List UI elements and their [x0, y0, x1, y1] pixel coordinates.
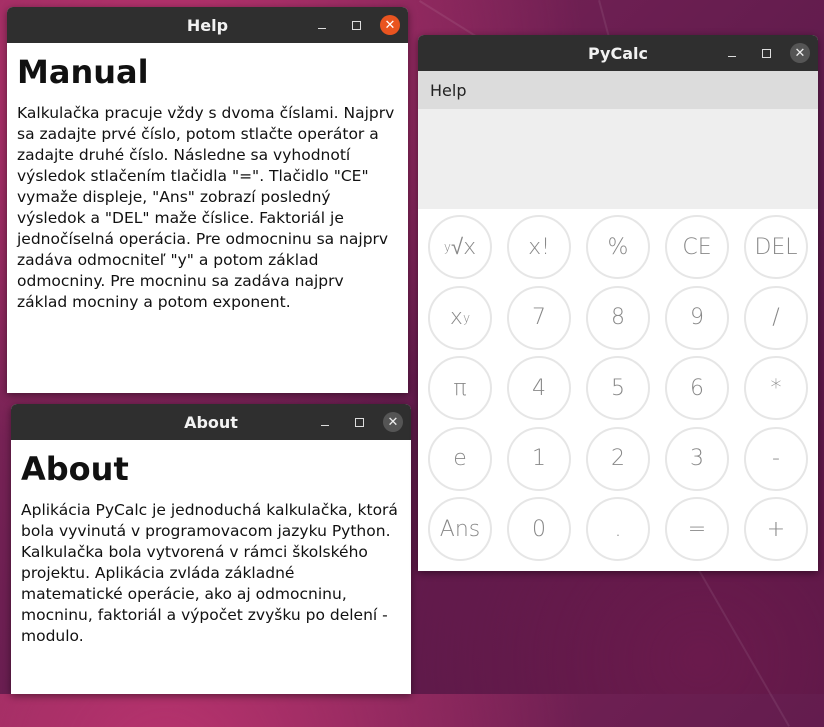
maximize-icon[interactable]	[349, 412, 369, 432]
key-label: /	[772, 305, 780, 330]
key-label: -	[772, 446, 780, 471]
help-window: Help ✕ Manual Kalkulačka pracuje vždy s …	[7, 7, 408, 393]
digit-1-key[interactable]: 1	[507, 426, 571, 491]
key-label: x	[449, 305, 463, 330]
help-text: Kalkulačka pracuje vždy s dvoma číslami.…	[17, 104, 395, 311]
key-label: 6	[690, 375, 704, 401]
about-titlebar[interactable]: About ✕	[11, 404, 411, 440]
digit-8-key[interactable]: 8	[586, 285, 650, 350]
key-label: 5	[611, 375, 625, 401]
digit-6-key[interactable]: 6	[665, 356, 729, 420]
key-label: .	[614, 516, 622, 542]
euler-key[interactable]: e	[428, 426, 492, 491]
minimize-icon[interactable]	[315, 412, 335, 432]
key-superscript: y	[462, 310, 471, 325]
digit-5-key[interactable]: 5	[586, 356, 650, 420]
key-superscript: y	[443, 240, 451, 254]
subtract-key[interactable]: -	[744, 426, 808, 491]
key-label: 4	[532, 375, 546, 401]
key-label: 2	[611, 446, 625, 471]
help-window-title: Help	[186, 15, 229, 35]
pi-key[interactable]: π	[428, 356, 492, 420]
calc-display	[418, 109, 818, 209]
key-label: DEL	[754, 234, 798, 260]
calc-titlebar[interactable]: PyCalc ✕	[418, 35, 818, 71]
minimize-icon[interactable]	[312, 15, 332, 35]
digit-0-key[interactable]: 0	[507, 497, 571, 561]
about-window: About ✕ About Aplikácia PyCalc je jednod…	[11, 404, 411, 694]
calculator-window: PyCalc ✕ Help y √x x!% CE DEL x y 7 8 9/π 4 5 6 * e 1 2 3…	[418, 35, 818, 571]
key-label: e	[453, 446, 467, 471]
digit-2-key[interactable]: 2	[586, 426, 650, 491]
calc-window-title: PyCalc	[588, 43, 648, 63]
ans-key[interactable]: Ans	[428, 497, 492, 561]
key-label: %	[607, 234, 629, 260]
modulo-key[interactable]: %	[586, 215, 650, 279]
power-key[interactable]: xy	[428, 285, 492, 350]
digit-3-key[interactable]: 3	[665, 426, 729, 491]
root-key[interactable]: y √x	[428, 215, 492, 279]
minimize-icon[interactable]	[722, 43, 742, 63]
key-label: Ans	[439, 516, 481, 542]
key-label: CE	[682, 234, 712, 260]
close-icon[interactable]: ✕	[383, 412, 403, 432]
digit-4-key[interactable]: 4	[507, 356, 571, 420]
key-label: 3	[690, 446, 704, 471]
wallpaper-line	[698, 570, 790, 727]
decimal-key[interactable]: .	[586, 497, 650, 561]
key-label: +	[766, 516, 786, 542]
multiply-key[interactable]: *	[744, 356, 808, 420]
clear-key[interactable]: CE	[665, 215, 729, 279]
key-label: √x	[451, 235, 477, 260]
key-label: *	[770, 375, 782, 401]
menu-help[interactable]: Help	[430, 81, 466, 100]
key-label: 1	[532, 446, 546, 471]
digit-7-key[interactable]: 7	[507, 285, 571, 350]
digit-9-key[interactable]: 9	[665, 285, 729, 350]
key-label: 9	[690, 305, 704, 330]
divide-key[interactable]: /	[744, 285, 808, 350]
help-heading: Manual	[17, 53, 149, 91]
key-label: =	[687, 516, 707, 542]
about-heading: About	[21, 450, 129, 488]
factorial-key[interactable]: x!	[507, 215, 571, 279]
key-label: 8	[611, 305, 625, 330]
close-icon[interactable]: ✕	[380, 15, 400, 35]
key-label: π	[453, 375, 467, 401]
menubar: Help	[418, 71, 818, 109]
close-icon[interactable]: ✕	[790, 43, 810, 63]
key-label: 7	[532, 305, 546, 330]
keypad: y √x x!% CE DEL x y 7 8 9/π 4 5 6 * e 1 2 3- Ans 0. = +	[418, 209, 818, 567]
add-key[interactable]: +	[744, 497, 808, 561]
key-label: 0	[532, 516, 546, 542]
maximize-icon[interactable]	[756, 43, 776, 63]
delete-key[interactable]: DEL	[744, 215, 808, 279]
help-titlebar[interactable]: Help ✕	[7, 7, 408, 43]
equals-key[interactable]: =	[665, 497, 729, 561]
maximize-icon[interactable]	[346, 15, 366, 35]
key-label: x!	[528, 234, 550, 260]
about-text: Aplikácia PyCalc je jednoduchá kalkulačk…	[21, 501, 398, 645]
about-window-title: About	[184, 412, 238, 432]
